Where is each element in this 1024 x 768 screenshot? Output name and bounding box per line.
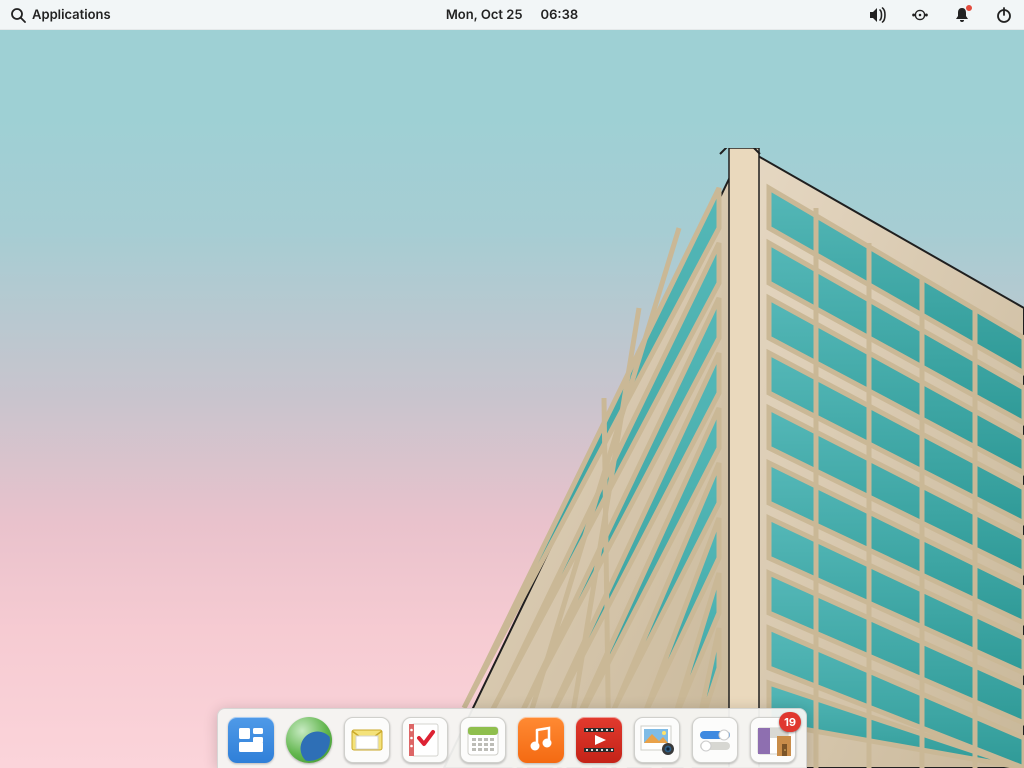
system-tray: [868, 5, 1014, 25]
dock-item-tasks[interactable]: [402, 717, 448, 763]
volume-icon: [868, 6, 888, 24]
applications-menu[interactable]: Applications: [10, 7, 111, 23]
notifications-indicator[interactable]: [952, 5, 972, 25]
dock-item-mail[interactable]: [344, 717, 390, 763]
dock-item-videos[interactable]: [576, 717, 622, 763]
power-icon: [995, 6, 1013, 24]
music-icon: [527, 726, 555, 754]
network-indicator[interactable]: [910, 5, 930, 25]
search-icon: [10, 7, 26, 23]
appcenter-badge: 19: [779, 712, 801, 732]
notification-badge-dot: [965, 4, 973, 12]
applications-label: Applications: [32, 7, 111, 23]
dock: 19: [217, 708, 807, 768]
dock-item-appcenter[interactable]: 19: [750, 717, 796, 763]
panel-time: 06:38: [541, 7, 579, 23]
volume-indicator[interactable]: [868, 5, 888, 25]
wallpaper-building-illustration: [424, 148, 1024, 768]
dock-item-music[interactable]: [518, 717, 564, 763]
videos-icon: [584, 728, 614, 752]
workspaces-icon: [236, 725, 266, 755]
dock-item-settings[interactable]: [692, 717, 738, 763]
mail-icon: [350, 726, 384, 754]
photos-icon: [639, 724, 675, 756]
dock-item-workspaces[interactable]: [228, 717, 274, 763]
dock-item-calendar[interactable]: [460, 717, 506, 763]
clock-area[interactable]: Mon, Oct 25 06:38: [446, 7, 578, 23]
panel-date: Mon, Oct 25: [446, 7, 523, 23]
network-icon: [910, 8, 930, 22]
session-indicator[interactable]: [994, 5, 1014, 25]
settings-toggle-icon: [698, 728, 732, 752]
calendar-icon: [466, 723, 500, 757]
tasks-icon: [409, 722, 441, 758]
dock-item-photos[interactable]: [634, 717, 680, 763]
dock-item-web[interactable]: [286, 717, 332, 763]
top-panel: Applications Mon, Oct 25 06:38: [0, 0, 1024, 30]
